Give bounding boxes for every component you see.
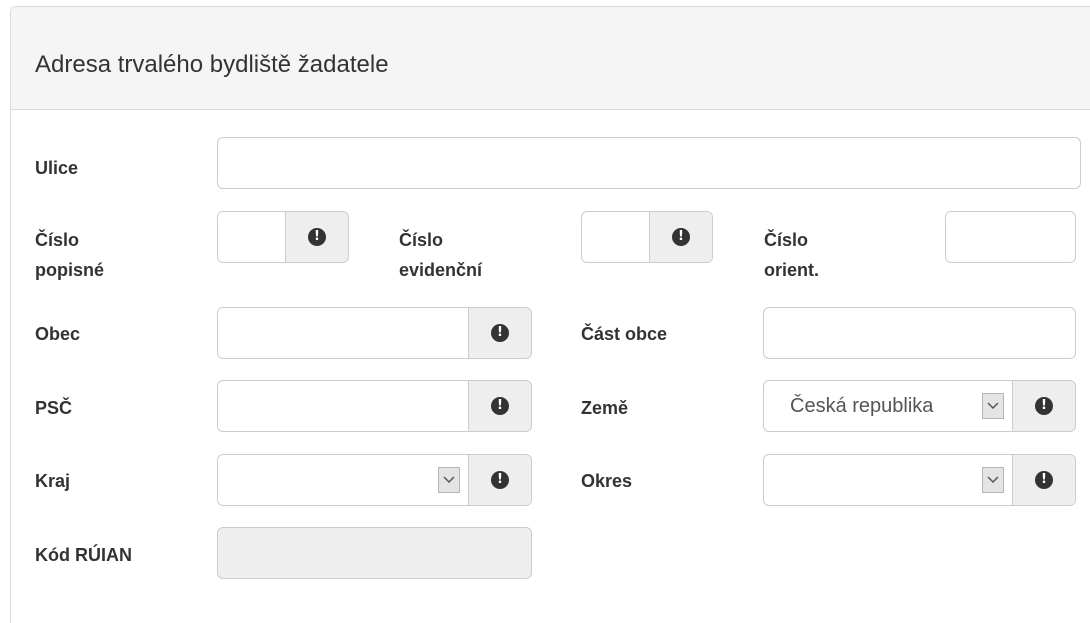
- panel-title: Adresa trvalého bydliště žadatele: [35, 51, 389, 78]
- zeme-group: Česká republika !: [763, 380, 1076, 432]
- cislo-orient-label-line2: orient.: [764, 260, 820, 280]
- kraj-select[interactable]: [218, 455, 468, 505]
- cislo-evidencni-label-line1: Číslo: [399, 230, 444, 250]
- cislo-evidencni-info-button[interactable]: !: [649, 212, 712, 262]
- ulice-label: Ulice: [35, 158, 79, 178]
- chevron-down-icon[interactable]: [982, 467, 1004, 493]
- cast-obce-label: Část obce: [581, 324, 668, 344]
- cislo-popisne-info-button[interactable]: !: [285, 212, 348, 262]
- zeme-selected-value: Česká republika: [790, 394, 934, 417]
- psc-group: !: [217, 380, 532, 432]
- cislo-evidencni-label-line2: evidenční: [399, 260, 483, 280]
- kraj-group: !: [217, 454, 532, 506]
- cislo-orient-label-line1: Číslo: [764, 230, 809, 250]
- cislo-evidencni-group: !: [581, 211, 713, 263]
- exclamation-circle-icon: !: [491, 397, 509, 415]
- psc-input[interactable]: [218, 381, 468, 431]
- exclamation-circle-icon: !: [491, 324, 509, 342]
- psc-label: PSČ: [35, 398, 73, 418]
- kraj-info-button[interactable]: !: [468, 455, 531, 505]
- cislo-evidencni-input[interactable]: [582, 212, 649, 262]
- okres-info-button[interactable]: !: [1012, 455, 1075, 505]
- obec-label: Obec: [35, 324, 81, 344]
- zeme-info-button[interactable]: !: [1012, 381, 1075, 431]
- kraj-label: Kraj: [35, 471, 71, 491]
- exclamation-circle-icon: !: [672, 228, 690, 246]
- chevron-down-icon[interactable]: [982, 393, 1004, 419]
- cislo-popisne-input[interactable]: [218, 212, 285, 262]
- cislo-popisne-label-line2: popisné: [35, 260, 105, 280]
- zeme-label: Země: [581, 398, 629, 418]
- cislo-popisne-group: !: [217, 211, 349, 263]
- obec-info-button[interactable]: !: [468, 308, 531, 358]
- obec-input[interactable]: [218, 308, 468, 358]
- chevron-down-icon[interactable]: [438, 467, 460, 493]
- kod-ruian-input: [217, 527, 532, 579]
- cast-obce-input[interactable]: [763, 307, 1076, 359]
- cislo-popisne-label-line1: Číslo: [35, 230, 80, 250]
- ulice-input[interactable]: [217, 137, 1081, 189]
- obec-group: !: [217, 307, 532, 359]
- panel-header: Adresa trvalého bydliště žadatele: [11, 7, 1090, 110]
- cislo-orient-input[interactable]: [945, 211, 1076, 263]
- psc-info-button[interactable]: !: [468, 381, 531, 431]
- exclamation-circle-icon: !: [308, 228, 326, 246]
- exclamation-circle-icon: !: [491, 471, 509, 489]
- exclamation-circle-icon: !: [1035, 397, 1053, 415]
- exclamation-circle-icon: !: [1035, 471, 1053, 489]
- okres-select[interactable]: [764, 455, 1012, 505]
- okres-label: Okres: [581, 471, 633, 491]
- kod-ruian-label: Kód RÚIAN: [35, 545, 132, 565]
- okres-group: !: [763, 454, 1076, 506]
- zeme-select[interactable]: Česká republika: [764, 381, 1012, 431]
- address-panel: Adresa trvalého bydliště žadatele Ulice …: [10, 6, 1090, 623]
